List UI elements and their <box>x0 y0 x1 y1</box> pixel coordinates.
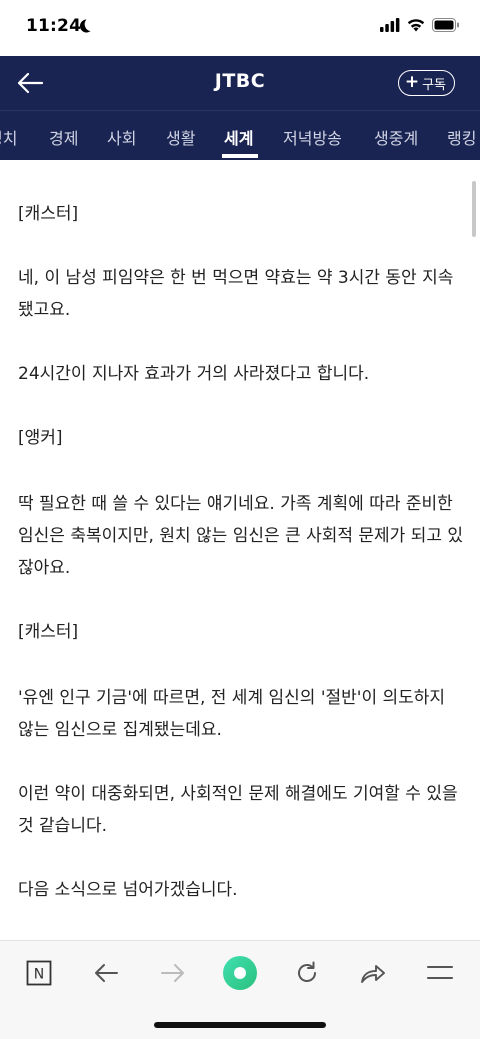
tab-world[interactable]: 세계 <box>224 125 253 149</box>
menu-button[interactable] <box>420 955 460 991</box>
article-paragraph: 이런 약이 대중화되면, 사회적인 문제 해결에도 기여할 수 있을 것 같습니… <box>18 784 458 836</box>
naver-letter: N <box>34 967 44 983</box>
forward-nav-button[interactable] <box>153 955 193 991</box>
subscribe-button[interactable]: + 구독 <box>397 70 455 96</box>
home-indicator <box>154 1022 326 1028</box>
article-paragraph: 네, 이 남성 피임약은 한 번 먹으면 약효는 약 3시간 동안 지속됐고요. <box>18 268 454 320</box>
signal-icon <box>380 18 400 32</box>
back-nav-button[interactable] <box>86 955 126 991</box>
subscribe-label: 구독 <box>422 77 446 93</box>
article-body: [캐스터] 네, 이 남성 피임약은 한 번 먹으면 약효는 약 3시간 동안 … <box>0 160 480 940</box>
green-dot-button[interactable] <box>220 955 260 991</box>
green-dot-icon <box>223 956 257 990</box>
refresh-icon <box>298 961 316 982</box>
naver-home-button[interactable]: N <box>19 955 59 991</box>
article-paragraph: 24시간이 지나자 효과가 거의 사라졌다고 합니다. <box>18 364 370 384</box>
tab-politics[interactable]: 정치 <box>0 125 17 149</box>
scrollbar[interactable] <box>472 181 476 237</box>
tab-live[interactable]: 생중계 <box>374 125 418 149</box>
active-tab-indicator <box>222 154 258 158</box>
article-paragraph: [앵커] <box>18 428 63 448</box>
moon-icon <box>79 19 91 33</box>
app-header: JTBC + 구독 <box>0 56 480 110</box>
article-paragraph: 딱 필요한 때 쓸 수 있다는 얘기네요. 가족 계획에 따라 준비한 임신은 … <box>18 494 464 578</box>
category-tab-bar: 정치 경제 사회 생활 세계 저녁방송 생중계 랭킹 <box>0 110 480 160</box>
tab-ranking[interactable]: 랭킹 <box>447 125 476 149</box>
article-paragraph: [캐스터] <box>18 204 79 224</box>
article-paragraph: 다음 소식으로 넘어가겠습니다. <box>18 880 238 900</box>
refresh-button[interactable] <box>287 955 327 991</box>
status-icons <box>380 18 460 32</box>
tab-evening-news[interactable]: 저녁방송 <box>283 125 342 149</box>
article-paragraph: '유엔 인구 기금'에 따르면, 전 세계 임신의 '절반'이 의도하지 않는 … <box>18 688 446 740</box>
naver-home-icon: N <box>26 960 52 986</box>
status-bar: 11:24 <box>0 0 480 56</box>
plus-icon: + <box>404 72 420 92</box>
share-icon <box>361 965 385 983</box>
forward-arrow-icon <box>161 964 184 982</box>
article-paragraph: [캐스터] <box>18 622 79 642</box>
share-button[interactable] <box>353 955 393 991</box>
menu-icon <box>427 966 453 979</box>
tab-life[interactable]: 생활 <box>166 125 195 149</box>
tab-society[interactable]: 사회 <box>107 125 136 149</box>
back-arrow-icon <box>95 964 118 982</box>
status-time: 11:24 <box>26 16 82 36</box>
tab-economy[interactable]: 경제 <box>49 125 78 149</box>
wifi-icon <box>407 19 425 32</box>
battery-icon <box>432 18 459 32</box>
